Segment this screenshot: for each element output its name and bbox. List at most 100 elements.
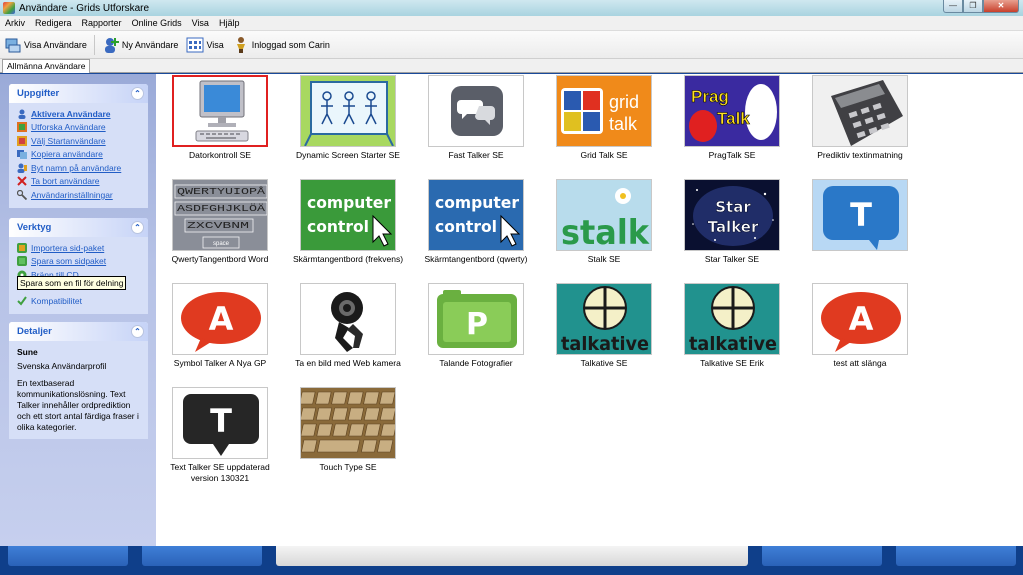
user-tile[interactable]: A test att slänga	[796, 282, 924, 386]
user-tile[interactable]: Prediktiv textinmatning	[796, 74, 924, 178]
star-talker-logo: Star Talker	[684, 179, 780, 251]
a-letter: A	[849, 300, 874, 338]
user-tile[interactable]: A Symbol Talker A Nya GP	[156, 282, 284, 386]
user-name: Talkative SE	[580, 358, 628, 368]
user-tile[interactable]: Datorkontroll SE	[156, 74, 284, 178]
close-button[interactable]: ✕	[983, 0, 1019, 13]
collapse-icon[interactable]: ⌃	[131, 325, 144, 338]
user-tile[interactable]: computer control Skärmtangentbord (qwert…	[412, 178, 540, 282]
menu-arkiv[interactable]: Arkiv	[0, 18, 30, 28]
grid-talk-logo: grid talk	[556, 75, 652, 147]
collapse-icon[interactable]: ⌃	[131, 87, 144, 100]
computer-control-green: computer control	[300, 179, 396, 251]
save-package-icon	[17, 256, 27, 267]
tools-panel-header[interactable]: Verktyg ⌃	[9, 218, 148, 237]
user-tile[interactable]: Touch Type SE	[284, 386, 412, 490]
computer-control-text1: computer	[435, 193, 519, 212]
taskbar-button[interactable]	[8, 546, 128, 566]
tab-strip: Allmänna Användare	[0, 59, 1023, 73]
task-select-start-user[interactable]: Välj Startanvändare	[17, 134, 142, 148]
user-name: Skärmtangentbord (qwerty)	[424, 254, 528, 264]
phone-icon	[812, 75, 908, 147]
pragtalk-text2: Talk	[717, 109, 750, 128]
details-panel-header[interactable]: Detaljer ⌃	[9, 322, 148, 341]
show-users-button[interactable]: Visa Användare	[0, 33, 91, 57]
app-icon	[3, 2, 15, 14]
tab-general-users[interactable]: Allmänna Användare	[2, 59, 91, 73]
user-tile[interactable]: QWERTYUIOPÅ ASDFGHJKLÖÄ ZXCVBNM space Qw…	[156, 178, 284, 282]
taskbar-button-active[interactable]	[276, 546, 748, 566]
user-tile[interactable]: Ta en bild med Web kamera	[284, 282, 412, 386]
logged-in-label: Inloggad som Carin	[251, 39, 330, 50]
user-name: PragTalk SE	[708, 150, 756, 160]
user-tile[interactable]: Dynamic Screen Starter SE	[284, 74, 412, 178]
grid-view-icon	[186, 36, 204, 54]
details-description: En textbaserad kommunikationslösning. Te…	[17, 378, 139, 432]
a-letter: A	[209, 300, 234, 338]
users-icon	[4, 36, 22, 54]
stalk-text: stalk	[561, 213, 650, 251]
new-user-button[interactable]: Ny Användare	[98, 33, 183, 57]
t-letter: T	[850, 196, 872, 234]
talkative-logo: talkative	[684, 283, 780, 355]
grid-talk-text1: grid	[609, 92, 639, 112]
t-letter: T	[210, 402, 232, 440]
keyboard-icon: QWERTYUIOPÅ ASDFGHJKLÖÄ ZXCVBNM space	[172, 179, 268, 251]
task-delete-user[interactable]: Ta bort användare	[17, 175, 142, 189]
talkative-logo: talkative	[556, 283, 652, 355]
taskbar	[0, 546, 1023, 575]
talkative-text: talkative	[561, 333, 649, 355]
task-import-package[interactable]: Importera sid-paket	[17, 241, 142, 255]
menu-redigera[interactable]: Redigera	[30, 18, 77, 28]
task-label: Byt namn på användare	[31, 162, 122, 173]
task-compatibility[interactable]: Kompatibilitet	[17, 295, 142, 309]
user-tile[interactable]: P Talande Fotografier	[412, 282, 540, 386]
taskbar-button[interactable]	[142, 546, 262, 566]
details-profile: Svenska Användarprofil	[17, 361, 107, 371]
collapse-icon[interactable]: ⌃	[131, 221, 144, 234]
menu-bar: Arkiv Redigera Rapporter Online Grids Vi…	[0, 16, 1023, 31]
task-explore-user[interactable]: Utforska Användare	[17, 121, 142, 135]
speech-bubbles-icon	[428, 75, 524, 147]
user-tile[interactable]: talkative Talkative SE Erik	[668, 282, 796, 386]
user-tile[interactable]: T Text Talker SE uppdaterad version 1303…	[156, 386, 284, 490]
view-button[interactable]: Visa	[182, 33, 227, 57]
user-tile[interactable]: Prag Talk PragTalk SE	[668, 74, 796, 178]
menu-online-grids[interactable]: Online Grids	[127, 18, 187, 28]
minimize-button[interactable]: —	[943, 0, 963, 13]
taskbar-button[interactable]	[762, 546, 882, 566]
user-name: Fast Talker SE	[448, 150, 504, 160]
tasks-panel-header[interactable]: Uppgifter ⌃	[9, 84, 148, 103]
star-talker-text1: Star	[715, 198, 751, 216]
user-tile[interactable]: computer control Skärmtangentbord (frekv…	[284, 178, 412, 282]
keyboard-row: ZXCVBNM	[187, 221, 249, 231]
copy-user-icon	[17, 150, 27, 160]
details-user-name: Sune	[17, 347, 38, 357]
p-letter: P	[466, 307, 488, 342]
explore-user-icon	[17, 122, 27, 133]
show-users-label: Visa Användare	[24, 39, 87, 50]
logged-in-button[interactable]: Inloggad som Carin	[228, 33, 334, 57]
task-user-settings[interactable]: Användarinställningar	[17, 188, 142, 202]
taskbar-button[interactable]	[896, 546, 1016, 566]
task-save-package[interactable]: Spara som sidpaket	[17, 255, 142, 269]
user-tile[interactable]: Fast Talker SE	[412, 74, 540, 178]
user-tile[interactable]: Star Talker Star Talker SE	[668, 178, 796, 282]
menu-visa[interactable]: Visa	[187, 18, 214, 28]
user-tile[interactable]: grid talk Grid Talk SE	[540, 74, 668, 178]
talkative-text: talkative	[689, 333, 777, 355]
maximize-button[interactable]: ❐	[963, 0, 983, 13]
user-tile[interactable]: stalk Stalk SE	[540, 178, 668, 282]
keyboard-space-label: space	[213, 241, 230, 247]
t-bubble-black-icon: T	[172, 387, 268, 459]
user-name: Stalk SE	[587, 254, 621, 264]
user-figure-icon	[232, 36, 250, 54]
user-tile[interactable]: T	[796, 178, 924, 282]
menu-hjalp[interactable]: Hjälp	[214, 18, 245, 28]
task-activate-user[interactable]: Aktivera Användare	[17, 107, 142, 121]
task-copy-user[interactable]: Kopiera användare	[17, 148, 142, 162]
menu-rapporter[interactable]: Rapporter	[77, 18, 127, 28]
task-rename-user[interactable]: Byt namn på användare	[17, 161, 142, 175]
user-tile[interactable]: talkative Talkative SE	[540, 282, 668, 386]
task-label: Ta bort användare	[31, 176, 100, 187]
